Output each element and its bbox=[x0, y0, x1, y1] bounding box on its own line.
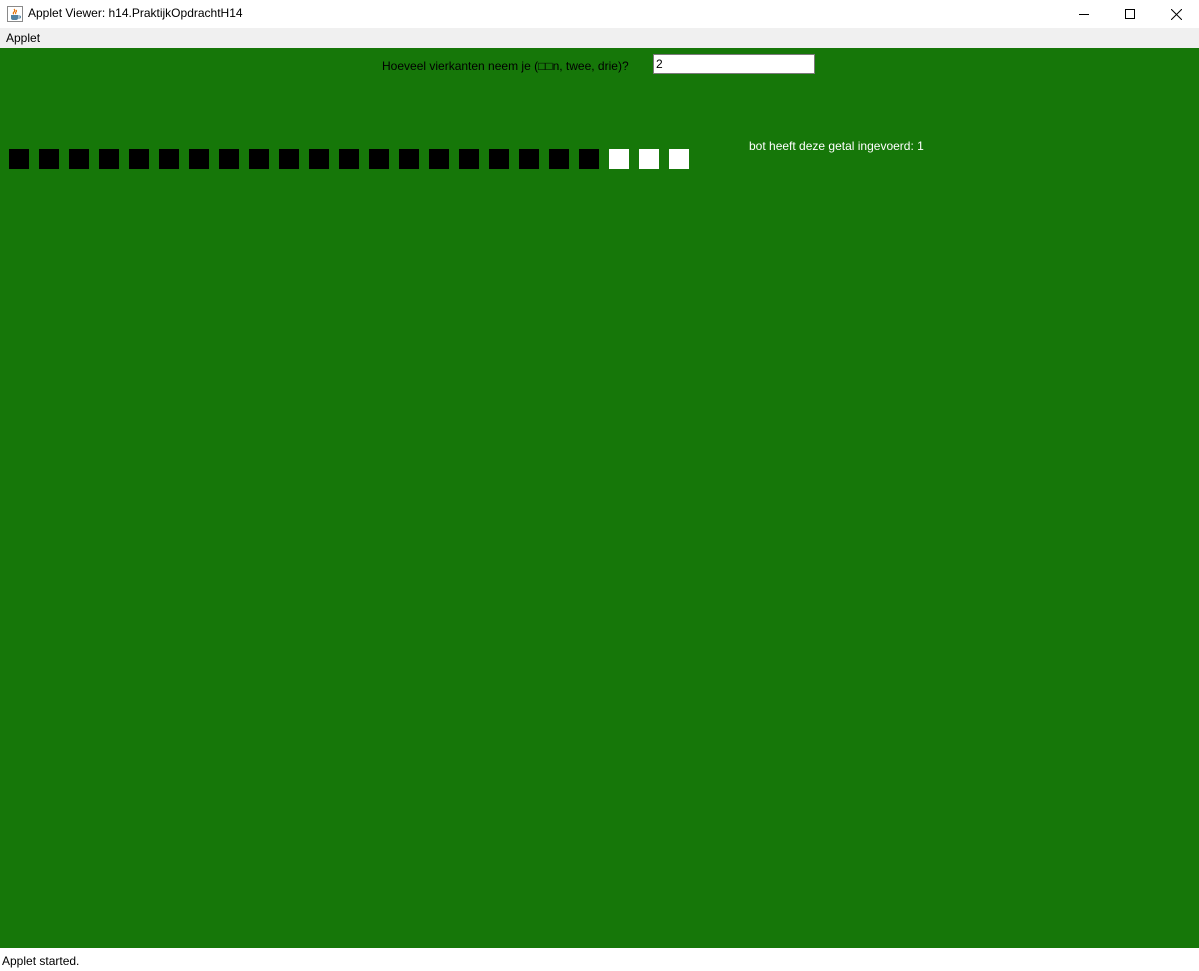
black-square bbox=[9, 149, 29, 169]
black-square bbox=[369, 149, 389, 169]
squares-row bbox=[9, 149, 699, 169]
status-text: Applet started. bbox=[2, 954, 80, 968]
status-bar: Applet started. bbox=[0, 948, 1199, 971]
minimize-button[interactable] bbox=[1061, 0, 1107, 28]
black-square bbox=[279, 149, 299, 169]
black-square bbox=[69, 149, 89, 169]
black-square bbox=[459, 149, 479, 169]
black-square bbox=[309, 149, 329, 169]
black-square bbox=[249, 149, 269, 169]
close-icon bbox=[1170, 8, 1182, 20]
white-square bbox=[609, 149, 629, 169]
black-square bbox=[129, 149, 149, 169]
black-square bbox=[189, 149, 209, 169]
menu-item-applet[interactable]: Applet bbox=[6, 31, 40, 45]
java-cup-icon bbox=[7, 6, 23, 22]
applet-canvas: Hoeveel vierkanten neem je (□□n, twee, d… bbox=[0, 48, 1199, 948]
minimize-icon bbox=[1079, 14, 1089, 15]
black-square bbox=[159, 149, 179, 169]
close-button[interactable] bbox=[1153, 0, 1199, 28]
black-square bbox=[549, 149, 569, 169]
white-square bbox=[669, 149, 689, 169]
black-square bbox=[99, 149, 119, 169]
white-square bbox=[639, 149, 659, 169]
title-bar[interactable]: Applet Viewer: h14.PraktijkOpdrachtH14 bbox=[0, 0, 1199, 28]
menu-bar: Applet bbox=[0, 28, 1199, 48]
black-square bbox=[219, 149, 239, 169]
black-square bbox=[399, 149, 419, 169]
bot-message: bot heeft deze getal ingevoerd: 1 bbox=[749, 139, 924, 153]
black-square bbox=[39, 149, 59, 169]
answer-input[interactable] bbox=[653, 54, 815, 74]
black-square bbox=[579, 149, 599, 169]
black-square bbox=[339, 149, 359, 169]
maximize-icon bbox=[1125, 9, 1135, 19]
black-square bbox=[519, 149, 539, 169]
maximize-button[interactable] bbox=[1107, 0, 1153, 28]
question-label: Hoeveel vierkanten neem je (□□n, twee, d… bbox=[382, 59, 629, 73]
black-square bbox=[489, 149, 509, 169]
black-square bbox=[429, 149, 449, 169]
applet-viewer-window: Applet Viewer: h14.PraktijkOpdrachtH14 A… bbox=[0, 0, 1199, 971]
window-title: Applet Viewer: h14.PraktijkOpdrachtH14 bbox=[28, 6, 243, 20]
